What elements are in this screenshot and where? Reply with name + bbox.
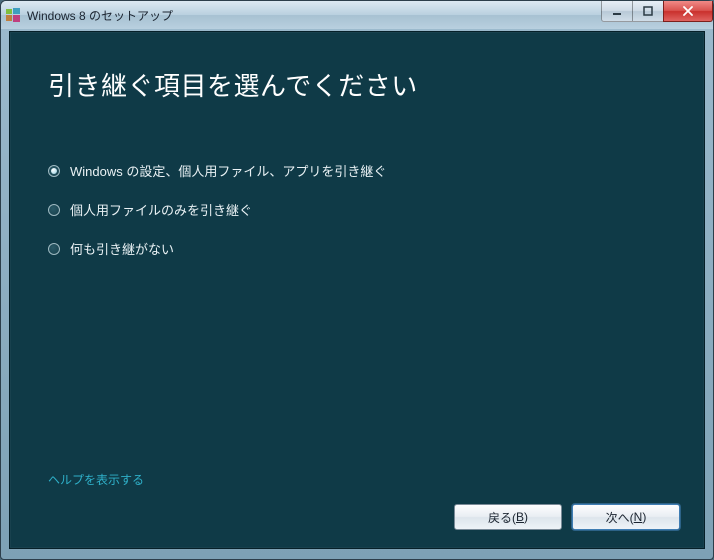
window-title: Windows 8 のセットアップ <box>27 7 173 24</box>
button-label-suffix: ) <box>524 510 528 524</box>
next-button[interactable]: 次へ(N) <box>572 504 680 530</box>
button-access-key: B <box>516 510 524 524</box>
option-label: 個人用ファイルのみを引き継ぐ <box>70 200 252 219</box>
minimize-button[interactable] <box>601 1 633 22</box>
titlebar: Windows 8 のセットアップ <box>1 1 713 29</box>
option-keep-files[interactable]: 個人用ファイルのみを引き継ぐ <box>48 200 704 219</box>
caption-buttons <box>602 1 713 21</box>
app-icon <box>5 7 21 23</box>
client-area: 引き継ぐ項目を選んでください Windows の設定、個人用ファイル、アプリを引… <box>9 31 705 549</box>
option-label: 何も引き継がない <box>70 239 174 258</box>
option-keep-nothing[interactable]: 何も引き継がない <box>48 239 704 258</box>
option-label: Windows の設定、個人用ファイル、アプリを引き継ぐ <box>70 161 386 180</box>
radio-icon <box>48 204 60 216</box>
button-label-prefix: 戻る( <box>488 509 516 526</box>
option-keep-all[interactable]: Windows の設定、個人用ファイル、アプリを引き継ぐ <box>48 161 704 180</box>
button-label-suffix: ) <box>642 510 646 524</box>
button-row: 戻る(B) 次へ(N) <box>454 504 680 530</box>
button-label-prefix: 次へ( <box>606 509 634 526</box>
back-button[interactable]: 戻る(B) <box>454 504 562 530</box>
close-button[interactable] <box>663 1 713 22</box>
page-heading: 引き継ぐ項目を選んでください <box>48 66 704 103</box>
button-access-key: N <box>634 510 643 524</box>
help-link[interactable]: ヘルプを表示する <box>48 471 144 488</box>
options-group: Windows の設定、個人用ファイル、アプリを引き継ぐ 個人用ファイルのみを引… <box>48 161 704 258</box>
radio-icon <box>48 165 60 177</box>
setup-window: Windows 8 のセットアップ 引き継ぐ項目を選んでください Windows… <box>0 0 714 560</box>
radio-icon <box>48 243 60 255</box>
maximize-button[interactable] <box>632 1 664 22</box>
